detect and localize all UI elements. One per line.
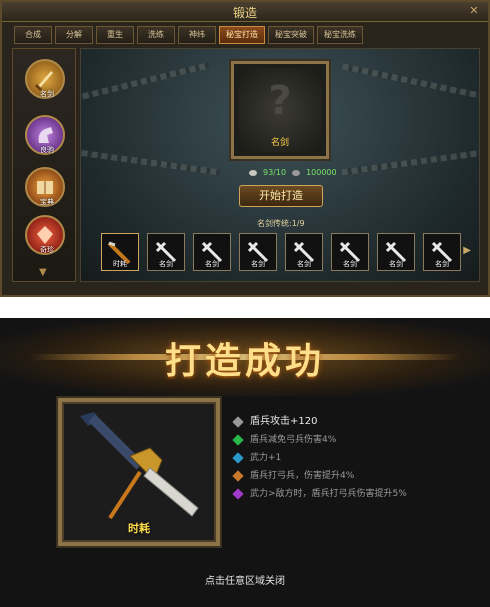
result-strip: 时耗 名剑 名剑 名剑 名剑 名剑 名剑 名剑 ▶ bbox=[101, 233, 475, 277]
success-banner: 打造成功 bbox=[0, 318, 490, 396]
stat-text: 盾兵减免弓兵伤害4% bbox=[250, 435, 337, 445]
stat-text: 武力>敌方时，盾兵打弓兵伤害提升5% bbox=[250, 489, 407, 499]
slot-inner: ? 名剑 bbox=[238, 68, 322, 152]
sidebar-item-sword[interactable]: 名剑 bbox=[25, 59, 65, 99]
strip-item[interactable]: 名剑 bbox=[331, 233, 369, 271]
strip-item-label: 名剑 bbox=[205, 260, 219, 268]
stat-line: 盾兵减免弓兵伤害4% bbox=[232, 434, 464, 446]
material-icon bbox=[249, 169, 257, 176]
sidebar-item-label: 名剑 bbox=[40, 90, 54, 98]
sidebar-item-label: 良驹 bbox=[40, 146, 54, 154]
forge-panel: ? 名剑 93/10 100000 开始打造 名剑传统:1/9 时耗 名剑 名剑 bbox=[80, 48, 480, 282]
tab-treasure-breakthrough[interactable]: 秘宝突破 bbox=[268, 26, 314, 44]
silver-icon bbox=[292, 169, 301, 176]
diamond-icon bbox=[232, 434, 244, 446]
strip-item-label: 名剑 bbox=[435, 260, 449, 268]
sidebar-item-label: 宝典 bbox=[40, 198, 54, 206]
sword-icon bbox=[80, 412, 199, 520]
sidebar-item-book[interactable]: 宝典 bbox=[25, 167, 65, 207]
success-title: 打造成功 bbox=[164, 340, 325, 382]
close-icon[interactable]: ✕ bbox=[466, 4, 482, 18]
stat-text: 武力+1 bbox=[250, 453, 282, 463]
forge-progress: 名剑传统:1/9 bbox=[257, 219, 305, 228]
stat-line: 武力+1 bbox=[232, 452, 464, 464]
strip-item[interactable]: 名剑 bbox=[147, 233, 185, 271]
tab-refine[interactable]: 洗练 bbox=[137, 26, 175, 44]
window-title-bar: 锻造 ✕ bbox=[2, 2, 488, 22]
stat-text: 盾兵打弓兵，伤害提升4% bbox=[250, 471, 355, 481]
forge-target-slot[interactable]: ? 名剑 bbox=[231, 61, 329, 159]
diamond-icon bbox=[232, 488, 244, 500]
sidebar-item-horse[interactable]: 良驹 bbox=[25, 115, 65, 155]
tab-divine[interactable]: 神纬 bbox=[178, 26, 216, 44]
stat-line: 盾兵攻击+120 bbox=[232, 416, 464, 428]
category-sidebar: 名剑 良驹 宝典 奇珍 ▼ bbox=[12, 48, 76, 282]
forge-success-popup[interactable]: 打造成功 时耗 盾兵攻击+120 盾兵减免弓兵伤害4% 武力+1 盾兵打弓兵，伤… bbox=[0, 318, 490, 607]
close-hint: 点击任意区域关闭 bbox=[205, 576, 285, 587]
diamond-icon bbox=[232, 452, 244, 464]
diamond-icon bbox=[232, 470, 244, 482]
tab-treasure-forge[interactable]: 秘宝打造 bbox=[219, 26, 265, 44]
forge-cost: 93/10 100000 bbox=[249, 168, 337, 177]
chevron-right-icon[interactable]: ▶ bbox=[463, 245, 471, 256]
forged-item-frame: 时耗 bbox=[58, 398, 220, 546]
strip-item-label: 时耗 bbox=[113, 260, 127, 268]
chevron-down-icon[interactable]: ▼ bbox=[39, 267, 47, 278]
cost-material-value: 93/10 bbox=[263, 168, 287, 177]
strip-item-label: 名剑 bbox=[343, 260, 357, 268]
strip-item[interactable]: 名剑 bbox=[423, 233, 461, 271]
tab-decompose[interactable]: 分解 bbox=[55, 26, 93, 44]
cost-silver-value: 100000 bbox=[306, 168, 337, 177]
diamond-icon bbox=[232, 416, 244, 428]
strip-item-label: 名剑 bbox=[297, 260, 311, 268]
strip-item-label: 名剑 bbox=[251, 260, 265, 268]
slot-name: 名剑 bbox=[270, 138, 289, 148]
strip-item[interactable]: 名剑 bbox=[377, 233, 415, 271]
sidebar-item-treasure[interactable]: 奇珍 bbox=[25, 215, 65, 255]
tab-bar: 合成 分解 重生 洗练 神纬 秘宝打造 秘宝突破 秘宝洗练 bbox=[14, 26, 363, 44]
stat-text: 盾兵攻击+120 bbox=[250, 416, 318, 427]
chain-decoration bbox=[81, 62, 210, 102]
tab-treasure-refine[interactable]: 秘宝洗练 bbox=[317, 26, 363, 44]
question-mark-icon: ? bbox=[268, 78, 292, 124]
chain-decoration bbox=[81, 148, 221, 176]
forged-item-name: 时耗 bbox=[128, 522, 150, 535]
item-stats-list: 盾兵攻击+120 盾兵减免弓兵伤害4% 武力+1 盾兵打弓兵，伤害提升4% 武力… bbox=[232, 416, 464, 506]
strip-item[interactable]: 名剑 bbox=[193, 233, 231, 271]
chain-decoration bbox=[341, 148, 479, 176]
strip-item[interactable]: 时耗 bbox=[101, 233, 139, 271]
stat-line: 武力>敌方时，盾兵打弓兵伤害提升5% bbox=[232, 488, 464, 500]
strip-item-label: 名剑 bbox=[159, 260, 173, 268]
tab-synthesize[interactable]: 合成 bbox=[14, 26, 52, 44]
strip-item[interactable]: 名剑 bbox=[285, 233, 323, 271]
start-forge-button[interactable]: 开始打造 bbox=[239, 185, 323, 207]
chain-decoration bbox=[342, 63, 479, 101]
forge-window: 锻造 ✕ 合成 分解 重生 洗练 神纬 秘宝打造 秘宝突破 秘宝洗练 名剑 良驹… bbox=[0, 0, 490, 297]
sidebar-item-label: 奇珍 bbox=[40, 246, 54, 254]
strip-item-label: 名剑 bbox=[389, 260, 403, 268]
stat-line: 盾兵打弓兵，伤害提升4% bbox=[232, 470, 464, 482]
strip-item[interactable]: 名剑 bbox=[239, 233, 277, 271]
window-title: 锻造 bbox=[232, 6, 257, 20]
tab-rebirth[interactable]: 重生 bbox=[96, 26, 134, 44]
